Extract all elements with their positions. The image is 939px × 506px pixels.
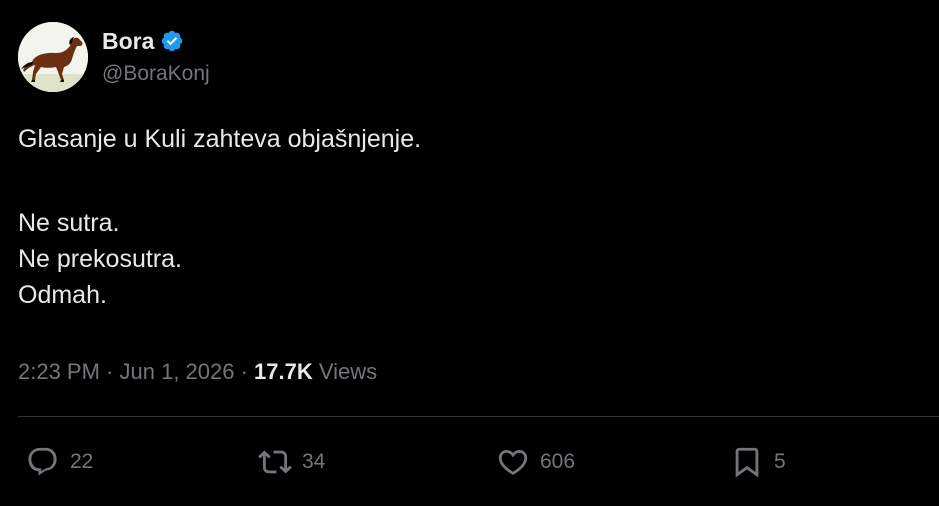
like-button[interactable]: 606 xyxy=(496,440,575,484)
bookmark-button[interactable]: 5 xyxy=(730,440,786,484)
name-row: Bora xyxy=(102,28,210,54)
meta-separator: · xyxy=(99,359,120,384)
tweet-card: Bora @BoraKonj Glasanje u Kuli zahteva o… xyxy=(0,0,939,506)
tweet-line: Odmah. xyxy=(18,281,107,309)
avatar[interactable] xyxy=(18,22,88,92)
author-handle[interactable]: @BoraKonj xyxy=(102,61,210,87)
reply-icon xyxy=(28,447,57,476)
tweet-meta: 2:23 PM · Jun 1, 2026 · 17.7K Views xyxy=(18,357,377,387)
retweet-count: 34 xyxy=(302,450,326,473)
like-count: 606 xyxy=(540,450,576,473)
bookmark-icon xyxy=(735,447,759,478)
tweet-header: Bora @BoraKonj xyxy=(18,22,210,92)
meta-separator: · xyxy=(234,359,255,384)
tweet-line: Ne sutra. xyxy=(18,209,120,237)
tweet-line: Glasanje u Kuli zahteva objašnjenje. xyxy=(18,125,422,153)
display-name[interactable]: Bora xyxy=(102,28,154,54)
retweet-icon xyxy=(258,450,292,474)
heart-icon xyxy=(498,449,528,475)
views-count: 17.7K xyxy=(254,359,313,384)
horse-avatar-icon xyxy=(18,22,88,92)
reply-count: 22 xyxy=(70,450,94,473)
bookmark-count: 5 xyxy=(774,450,786,473)
author-names: Bora @BoraKonj xyxy=(102,28,210,87)
tweet-text: Glasanje u Kuli zahteva objašnjenje. Ne … xyxy=(18,121,918,313)
tweet-date[interactable]: Jun 1, 2026 xyxy=(120,359,235,384)
tweet-line: Ne prekosutra. xyxy=(18,245,182,273)
divider xyxy=(18,416,939,417)
views-label: Views xyxy=(312,359,378,384)
action-bar: 22 34 606 5 xyxy=(0,440,939,484)
reply-button[interactable]: 22 xyxy=(26,440,93,484)
verified-badge-icon[interactable] xyxy=(160,29,184,53)
tweet-time[interactable]: 2:23 PM xyxy=(18,359,100,384)
retweet-button[interactable]: 34 xyxy=(258,440,325,484)
